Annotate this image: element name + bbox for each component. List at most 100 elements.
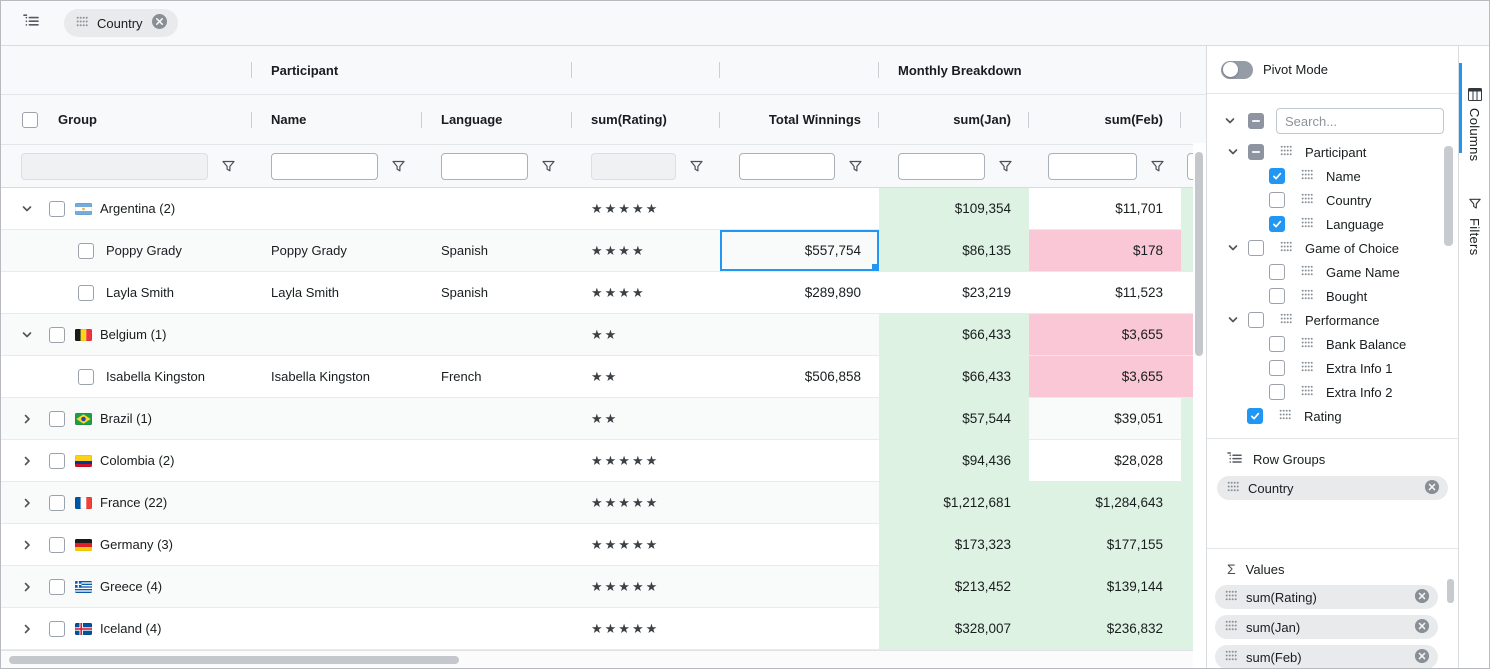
child-row[interactable]: Poppy GradyPoppy GradySpanish★★★★$557,75… (1, 230, 1193, 272)
feb-cell[interactable]: $139,144 (1029, 566, 1181, 607)
checkbox-checked[interactable] (1247, 408, 1263, 424)
checkbox-unchecked[interactable] (49, 579, 65, 595)
jan-cell[interactable]: $109,354 (879, 188, 1029, 229)
jan-cell[interactable]: $1,212,681 (879, 482, 1029, 523)
remove-icon[interactable] (1424, 479, 1440, 498)
tree-item-language[interactable]: Language (1207, 212, 1458, 236)
group-cell[interactable]: Brazil (1) (1, 398, 252, 439)
group-row[interactable]: Greece (4)★★★★★$213,452$139,144 (1, 566, 1193, 608)
chevron-right-icon[interactable] (21, 539, 33, 551)
group-chip-country[interactable]: Country (64, 9, 178, 37)
feb-cell[interactable]: $3,655 (1029, 356, 1181, 397)
language-cell[interactable] (422, 566, 572, 607)
partial-cell[interactable] (1181, 356, 1193, 397)
group-cell[interactable]: Greece (4) (1, 566, 252, 607)
winnings-cell[interactable] (720, 482, 879, 523)
tree-item-performance[interactable]: Performance (1207, 308, 1458, 332)
filter-icon[interactable] (391, 159, 406, 174)
checkbox-unchecked[interactable] (1269, 264, 1285, 280)
tree-item-bank-balance[interactable]: Bank Balance (1207, 332, 1458, 356)
feb-cell[interactable]: $1,284,643 (1029, 482, 1181, 523)
jan-cell[interactable]: $86,135 (879, 230, 1029, 271)
tree-item-participant[interactable]: Participant (1207, 140, 1458, 164)
rating-cell[interactable]: ★★ (572, 356, 720, 397)
value-chip[interactable]: sum(Feb) (1215, 645, 1438, 669)
remove-icon[interactable] (1414, 618, 1430, 637)
checkbox-unchecked[interactable] (1248, 240, 1264, 256)
jan-cell[interactable]: $328,007 (879, 608, 1029, 649)
checkbox-unchecked[interactable] (78, 369, 94, 385)
language-cell[interactable] (422, 188, 572, 229)
name-cell[interactable]: Poppy Grady (252, 230, 422, 271)
checkbox-unchecked[interactable] (1269, 384, 1285, 400)
name-cell[interactable] (252, 188, 422, 229)
filter-icon[interactable] (848, 159, 863, 174)
jan-cell[interactable]: $66,433 (879, 314, 1029, 355)
filter-icon[interactable] (1150, 159, 1165, 174)
group-cell[interactable]: Colombia (2) (1, 440, 252, 481)
collapse-all-icon[interactable] (1224, 115, 1236, 127)
jan-cell[interactable]: $66,433 (879, 356, 1029, 397)
checkbox-unchecked[interactable] (1269, 192, 1285, 208)
winnings-cell[interactable] (720, 398, 879, 439)
group-cell[interactable]: Germany (3) (1, 524, 252, 565)
group-row[interactable]: Argentina (2)★★★★★$109,354$11,701 (1, 188, 1193, 230)
filter-input-winnings[interactable] (739, 153, 835, 180)
jan-cell[interactable]: $23,219 (879, 272, 1029, 313)
language-cell[interactable]: Spanish (422, 230, 572, 271)
partial-cell[interactable] (1181, 314, 1193, 355)
vertical-scrollbar[interactable] (1193, 143, 1206, 605)
checkbox-unchecked[interactable] (1269, 336, 1285, 352)
checkbox-unchecked[interactable] (1248, 312, 1264, 328)
partial-cell[interactable] (1181, 608, 1193, 649)
winnings-cell[interactable] (720, 440, 879, 481)
group-cell[interactable]: Belgium (1) (1, 314, 252, 355)
select-all-checkbox[interactable] (22, 112, 38, 128)
group-header-participant[interactable]: Participant (252, 46, 572, 94)
partial-cell[interactable] (1181, 398, 1193, 439)
checkbox-unchecked[interactable] (1269, 288, 1285, 304)
group-cell[interactable]: Argentina (2) (1, 188, 252, 229)
remove-icon[interactable] (151, 13, 168, 33)
rating-cell[interactable]: ★★★★ (572, 230, 720, 271)
checkbox-unchecked[interactable] (1269, 360, 1285, 376)
winnings-cell-selected[interactable]: $557,754 (720, 230, 879, 271)
tree-item-extra-info-2[interactable]: Extra Info 2 (1207, 380, 1458, 404)
chevron-down-icon[interactable] (21, 203, 33, 215)
header-sum-rating[interactable]: sum(Rating) (572, 95, 720, 144)
filter-icon[interactable] (221, 159, 236, 174)
name-cell[interactable] (252, 482, 422, 523)
chevron-down-icon[interactable] (1227, 314, 1239, 326)
partial-cell[interactable] (1181, 188, 1193, 229)
checkbox-unchecked[interactable] (49, 327, 65, 343)
group-cell[interactable]: France (22) (1, 482, 252, 523)
column-search-input[interactable] (1276, 108, 1444, 134)
chevron-right-icon[interactable] (21, 413, 33, 425)
name-cell[interactable] (252, 440, 422, 481)
row-name-cell[interactable]: Isabella Kingston (1, 356, 252, 397)
rating-cell[interactable]: ★★★★★ (572, 188, 720, 229)
jan-cell[interactable]: $94,436 (879, 440, 1029, 481)
name-cell[interactable] (252, 608, 422, 649)
winnings-cell[interactable]: $289,890 (720, 272, 879, 313)
horizontal-scrollbar[interactable] (1, 650, 1193, 669)
remove-icon[interactable] (1414, 648, 1430, 667)
partial-cell[interactable] (1181, 524, 1193, 565)
language-cell[interactable]: French (422, 356, 572, 397)
tree-item-country[interactable]: Country (1207, 188, 1458, 212)
group-row[interactable]: Iceland (4)★★★★★$328,007$236,832 (1, 608, 1193, 650)
chevron-down-icon[interactable] (1227, 242, 1239, 254)
tree-item-game-of-choice[interactable]: Game of Choice (1207, 236, 1458, 260)
language-cell[interactable] (422, 398, 572, 439)
checkbox-unchecked[interactable] (78, 285, 94, 301)
select-all-columns-checkbox[interactable] (1248, 113, 1264, 129)
language-cell[interactable] (422, 482, 572, 523)
vertical-scrollbar-thumb[interactable] (1195, 152, 1203, 356)
pivot-mode-toggle[interactable] (1221, 61, 1253, 79)
child-row[interactable]: Layla SmithLayla SmithSpanish★★★★$289,89… (1, 272, 1193, 314)
group-row[interactable]: Colombia (2)★★★★★$94,436$28,028 (1, 440, 1193, 482)
checkbox-indet[interactable] (1248, 144, 1264, 160)
winnings-cell[interactable] (720, 608, 879, 649)
rating-cell[interactable]: ★★★★★ (572, 566, 720, 607)
winnings-cell[interactable] (720, 314, 879, 355)
